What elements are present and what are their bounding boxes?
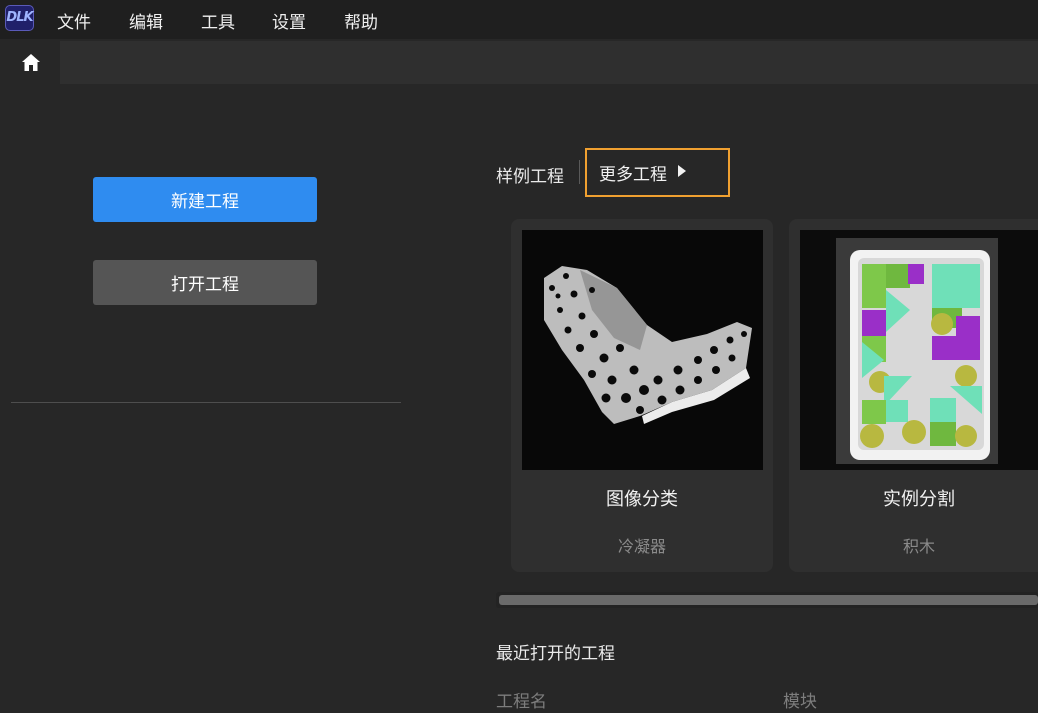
scrollbar-thumb[interactable] xyxy=(499,595,1038,605)
card-title: 图像分类 xyxy=(606,489,678,510)
caret-right-icon[interactable] xyxy=(678,165,686,177)
card-subtitle: 冷凝器 xyxy=(617,537,666,556)
tab-home[interactable] xyxy=(0,41,60,84)
classification-thumbnail[interactable] xyxy=(522,230,763,470)
column-module: 模块 xyxy=(783,692,817,712)
recent-projects-title: 最近打开的工程 xyxy=(496,644,615,664)
app-logo: DLK xyxy=(5,5,34,31)
home-icon xyxy=(22,54,40,71)
menu-settings[interactable]: 设置 xyxy=(272,8,306,33)
segmentation-thumbnail[interactable] xyxy=(800,230,1038,470)
card-title: 实例分割 xyxy=(883,489,955,510)
example-card-segmentation[interactable]: 实例分割 积木 xyxy=(789,219,1038,572)
tab-bar xyxy=(0,41,1038,84)
more-projects-link[interactable]: 更多工程 xyxy=(599,160,667,185)
menu-bar: DLK 文件 编辑 工具 设置 帮助 xyxy=(0,0,1038,39)
card-subtitle: 积木 xyxy=(902,537,935,556)
blocks-image xyxy=(800,230,1038,470)
menu-help[interactable]: 帮助 xyxy=(344,8,378,33)
menu-tools[interactable]: 工具 xyxy=(201,8,235,33)
menu-edit[interactable]: 编辑 xyxy=(129,8,163,33)
column-project-name: 工程名 xyxy=(496,692,547,712)
example-card-classification[interactable]: 图像分类 冷凝器 xyxy=(511,219,773,572)
new-project-button[interactable]: 新建工程 xyxy=(93,177,317,222)
header-separator xyxy=(579,160,580,184)
open-project-button[interactable]: 打开工程 xyxy=(93,260,317,305)
divider xyxy=(11,402,401,403)
examples-scrollbar[interactable] xyxy=(496,592,1038,608)
menu-file[interactable]: 文件 xyxy=(57,8,91,33)
sample-projects-label: 样例工程 xyxy=(496,167,564,187)
condenser-image xyxy=(522,230,763,470)
